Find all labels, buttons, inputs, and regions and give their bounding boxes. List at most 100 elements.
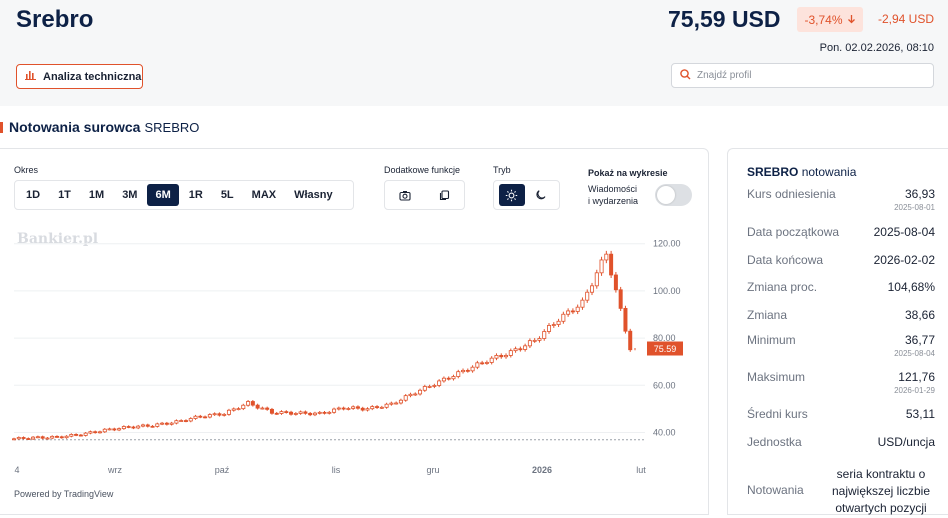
candle-body — [604, 253, 609, 261]
candle-body — [69, 434, 74, 437]
candle-body — [293, 413, 298, 415]
period-button[interactable]: 1M — [81, 184, 112, 206]
powered-by[interactable]: Powered by TradingView — [14, 489, 113, 499]
stats-key: Data początkowa — [747, 225, 840, 239]
period-button[interactable]: Własny — [286, 184, 341, 206]
period-button[interactable]: 1T — [50, 184, 79, 206]
change-abs: -2,94 USD — [878, 12, 935, 26]
technical-analysis-button[interactable]: Analiza techniczna — [16, 64, 143, 89]
candle-body — [289, 411, 294, 415]
candle-body — [461, 369, 466, 373]
candle-body — [145, 424, 150, 427]
candle-body — [121, 426, 126, 430]
candle-body — [570, 310, 575, 313]
functions-group — [384, 180, 465, 210]
candle-body — [628, 330, 633, 351]
candle-body — [585, 291, 590, 301]
candle-body — [360, 407, 365, 411]
candle-body — [327, 411, 332, 414]
candle-body — [403, 395, 408, 401]
stats-value: 36,93 — [904, 187, 935, 201]
candle-body — [489, 357, 494, 363]
candle-body — [226, 409, 231, 415]
search-input[interactable] — [697, 70, 917, 81]
change-pct-value: -3,74% — [804, 12, 843, 27]
stats-key: Minimum — [747, 333, 796, 347]
candle-body — [494, 355, 499, 359]
candle-body — [336, 407, 341, 410]
candle-body — [83, 432, 88, 436]
candle-body — [222, 413, 227, 416]
candle-body — [475, 362, 480, 368]
period-button[interactable]: MAX — [244, 184, 284, 206]
candle-body — [64, 435, 69, 439]
functions-label: Dodatkowe funkcje — [384, 165, 461, 175]
candle-body — [212, 413, 217, 416]
period-label: Okres — [14, 165, 39, 175]
candle-body — [537, 338, 542, 341]
candle-body — [375, 406, 380, 408]
period-button[interactable]: 5L — [213, 184, 242, 206]
stats-value: USD/uncja — [877, 435, 935, 449]
x-tick-label: lut — [636, 465, 646, 475]
page-title: Srebro — [16, 6, 94, 33]
candle-body — [274, 412, 279, 415]
candle-body — [260, 407, 265, 410]
news-toggle[interactable] — [655, 184, 692, 206]
candle-body — [470, 366, 475, 372]
mode-label: Tryb — [493, 165, 511, 175]
candle-body — [346, 408, 351, 410]
candle-body — [298, 411, 303, 414]
candle-body — [332, 408, 337, 413]
section-subtitle: SREBRO — [144, 119, 200, 135]
x-tick-label: 2026 — [532, 465, 552, 475]
candle-body — [188, 418, 193, 422]
candle-body — [31, 436, 36, 440]
arrow-down-icon — [847, 13, 856, 27]
copy-icon[interactable] — [432, 184, 456, 206]
stats-key: Jednostka — [747, 435, 802, 449]
candle-body — [203, 416, 208, 419]
stats-key: Notowania — [747, 483, 804, 497]
stats-key: Data końcowa — [747, 253, 824, 267]
period-button[interactable]: 1R — [181, 184, 211, 206]
candle-body — [556, 320, 561, 325]
stats-title: SREBRO notowania — [747, 165, 856, 179]
stats-row: Średni kurs 53,11 — [747, 407, 935, 431]
stats-row: Zmiana 38,66 — [747, 308, 935, 332]
candle-body — [59, 436, 64, 439]
period-button[interactable]: 6M — [147, 184, 179, 206]
candle-body — [279, 411, 284, 414]
candle-body — [355, 406, 360, 409]
price-chart[interactable]: 40.0060.0080.00100.00120.0075.594 wrz paź l… — [0, 239, 709, 479]
camera-icon[interactable] — [393, 184, 417, 206]
candle-body — [26, 438, 31, 440]
candle-body — [140, 424, 145, 427]
moon-icon[interactable] — [528, 184, 554, 206]
profile-search[interactable] — [671, 63, 934, 88]
stats-date: 2025-08-01 — [894, 203, 935, 212]
period-button[interactable]: 1D — [18, 184, 48, 206]
candle-body — [269, 408, 274, 414]
candle-body — [183, 420, 188, 422]
stats-row: Minimum 36,77 2025-08-04 — [747, 333, 935, 358]
candle-body — [418, 389, 423, 395]
candle-body — [446, 377, 451, 380]
candle-body — [74, 434, 79, 436]
candle-body — [379, 406, 384, 409]
candle-body — [174, 420, 179, 424]
toggle-knob — [657, 186, 675, 204]
stats-key: Kurs odniesienia — [747, 187, 836, 201]
stats-date: 2026-01-29 — [894, 386, 935, 395]
candle-body — [398, 399, 403, 404]
sun-icon[interactable] — [498, 184, 525, 206]
candle-body — [484, 362, 489, 364]
candle-body — [623, 307, 628, 332]
stats-key: Zmiana — [747, 308, 788, 322]
candle-body — [513, 348, 518, 352]
candle-body — [613, 274, 618, 291]
period-button[interactable]: 3M — [114, 184, 145, 206]
candle-body — [102, 428, 107, 433]
candle-body — [93, 431, 98, 434]
x-tick-label: 4 — [14, 465, 19, 475]
